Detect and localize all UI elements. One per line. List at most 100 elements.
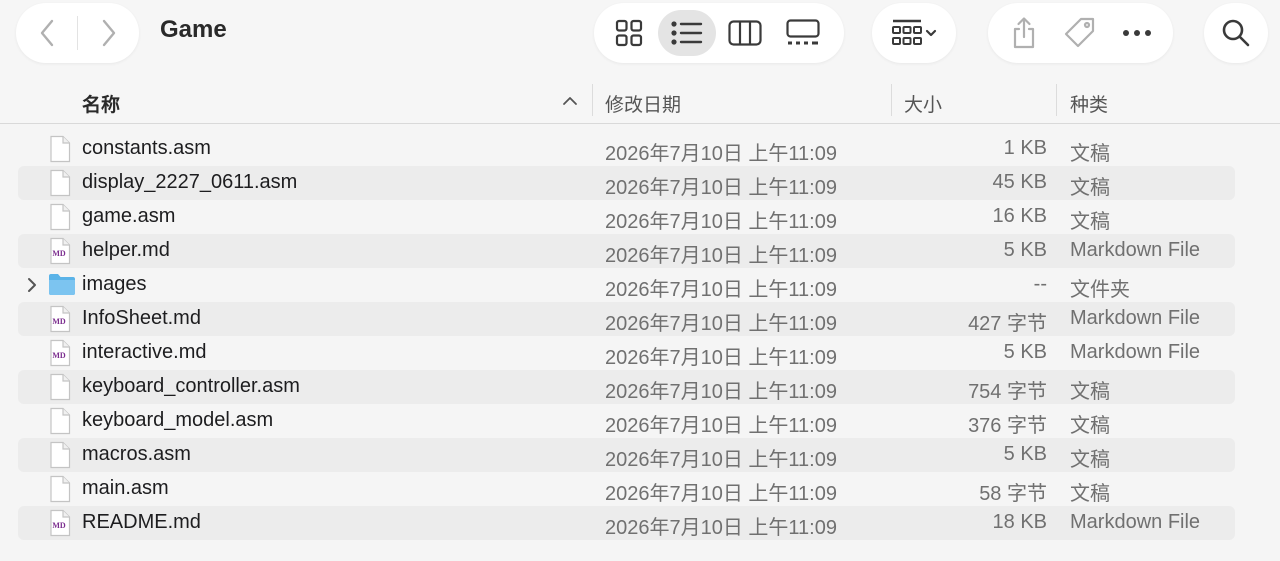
file-size: -- <box>1033 273 1047 295</box>
more-button[interactable] <box>1112 8 1162 58</box>
column-divider[interactable] <box>891 84 892 116</box>
file-row[interactable]: keyboard_model.asm 2026年7月10日 上午11:09 376 … <box>18 404 1235 438</box>
file-kind: 文稿 <box>1070 211 1110 233</box>
svg-text:MD: MD <box>52 249 66 258</box>
file-date: 2026年7月10日 上午11:09 <box>605 347 837 369</box>
sort-ascending-icon[interactable] <box>561 94 579 108</box>
file-name: main.asm <box>82 477 169 499</box>
file-name: interactive.md <box>82 341 207 363</box>
chevron-right-icon <box>102 19 115 47</box>
icon-view-button[interactable] <box>600 10 658 56</box>
share-button[interactable] <box>999 8 1049 58</box>
tag-button[interactable] <box>1055 8 1105 58</box>
action-group <box>988 3 1173 63</box>
search-icon <box>1222 19 1250 47</box>
svg-text:MD: MD <box>52 521 66 530</box>
toolbar: Game 名称 修改日期 大小 种类 <box>0 0 1280 124</box>
document-icon <box>48 441 72 475</box>
file-row[interactable]: images 2026年7月10日 上午11:09 -- 文件夹 <box>18 268 1235 302</box>
group-button[interactable] <box>872 3 956 63</box>
back-button[interactable] <box>16 3 77 63</box>
file-date: 2026年7月10日 上午11:09 <box>605 143 837 165</box>
list-view-button[interactable] <box>658 10 716 56</box>
file-date: 2026年7月10日 上午11:09 <box>605 177 837 199</box>
grid-icon <box>615 19 643 47</box>
file-date: 2026年7月10日 上午11:09 <box>605 279 837 301</box>
tag-icon <box>1065 17 1095 48</box>
file-row[interactable]: MD interactive.md 2026年7月10日 上午11:09 5 KB Ma… <box>18 336 1235 370</box>
group-icon <box>892 19 937 45</box>
file-row[interactable]: game.asm 2026年7月10日 上午11:09 16 KB 文稿 <box>18 200 1235 234</box>
file-size: 45 KB <box>992 171 1047 193</box>
file-date: 2026年7月10日 上午11:09 <box>605 483 837 505</box>
disclosure-triangle-icon[interactable] <box>26 277 38 293</box>
file-row[interactable]: MD README.md 2026年7月10日 上午11:09 18 KB Markdo… <box>18 506 1235 540</box>
file-kind: 文件夹 <box>1070 279 1130 301</box>
column-name-header[interactable]: 名称 <box>82 82 587 124</box>
file-name: README.md <box>82 511 201 533</box>
file-kind: Markdown File <box>1070 341 1201 363</box>
file-name: images <box>82 273 147 295</box>
document-icon <box>48 203 72 237</box>
file-row[interactable]: main.asm 2026年7月10日 上午11:09 58 字节 文稿 <box>18 472 1235 506</box>
forward-button[interactable] <box>78 3 139 63</box>
document-icon <box>48 135 72 169</box>
svg-text:MD: MD <box>52 351 66 360</box>
column-size-header[interactable]: 大小 <box>904 82 942 124</box>
window-title: Game <box>160 16 227 43</box>
file-date: 2026年7月10日 上午11:09 <box>605 245 837 267</box>
file-kind: Markdown File <box>1070 307 1201 329</box>
columns-icon <box>728 20 762 46</box>
view-switcher <box>594 3 844 63</box>
file-list: constants.asm 2026年7月10日 上午11:09 1 KB 文稿 dis… <box>18 132 1235 540</box>
file-row[interactable]: display_2227_0611.asm 2026年7月10日 上午11:09 4… <box>18 166 1235 200</box>
file-date: 2026年7月10日 上午11:09 <box>605 313 837 335</box>
file-date: 2026年7月10日 上午11:09 <box>605 211 837 233</box>
file-name: display_2227_0611.asm <box>82 171 298 193</box>
file-kind: 文稿 <box>1070 381 1110 403</box>
column-divider[interactable] <box>592 84 593 116</box>
document-icon <box>48 169 72 203</box>
file-kind: 文稿 <box>1070 177 1110 199</box>
file-kind: 文稿 <box>1070 143 1110 165</box>
gallery-view-button[interactable] <box>774 10 832 56</box>
finder-window: Game 名称 修改日期 大小 种类 constants.asm 2026年7月… <box>0 0 1280 561</box>
navigation-group <box>16 3 139 63</box>
file-date: 2026年7月10日 上午11:09 <box>605 381 837 403</box>
svg-text:MD: MD <box>52 317 66 326</box>
column-divider[interactable] <box>1056 84 1057 116</box>
file-row[interactable]: constants.asm 2026年7月10日 上午11:09 1 KB 文稿 <box>18 132 1235 166</box>
file-row[interactable]: macros.asm 2026年7月10日 上午11:09 5 KB 文稿 <box>18 438 1235 472</box>
file-name: InfoSheet.md <box>82 307 201 329</box>
search-button[interactable] <box>1204 3 1268 63</box>
markdown-icon: MD <box>48 237 72 271</box>
document-icon <box>48 475 72 509</box>
file-name: helper.md <box>82 239 170 261</box>
markdown-icon: MD <box>48 305 72 339</box>
ellipsis-icon <box>1122 30 1151 36</box>
file-size: 376 字节 <box>968 415 1047 437</box>
list-icon <box>671 21 703 45</box>
file-size: 754 字节 <box>968 381 1047 403</box>
share-icon <box>1014 17 1035 49</box>
document-icon <box>48 407 72 441</box>
file-name: macros.asm <box>82 443 191 465</box>
file-size: 1 KB <box>1003 137 1047 159</box>
file-date: 2026年7月10日 上午11:09 <box>605 449 837 471</box>
file-size: 5 KB <box>1003 341 1047 363</box>
file-kind: 文稿 <box>1070 483 1110 505</box>
file-size: 16 KB <box>992 205 1047 227</box>
column-kind-header[interactable]: 种类 <box>1070 82 1108 124</box>
file-row[interactable]: MD InfoSheet.md 2026年7月10日 上午11:09 427 字节 Ma… <box>18 302 1235 336</box>
file-name: keyboard_controller.asm <box>82 375 300 397</box>
file-row[interactable]: MD helper.md 2026年7月10日 上午11:09 5 KB Markdow… <box>18 234 1235 268</box>
markdown-icon: MD <box>48 509 72 543</box>
markdown-icon: MD <box>48 339 72 373</box>
chevron-left-icon <box>40 19 53 47</box>
file-date: 2026年7月10日 上午11:09 <box>605 517 837 539</box>
file-row[interactable]: keyboard_controller.asm 2026年7月10日 上午11:0… <box>18 370 1235 404</box>
file-size: 427 字节 <box>968 313 1047 335</box>
column-date-header[interactable]: 修改日期 <box>605 82 681 124</box>
column-view-button[interactable] <box>716 10 774 56</box>
column-header: 名称 修改日期 大小 种类 <box>0 82 1280 124</box>
